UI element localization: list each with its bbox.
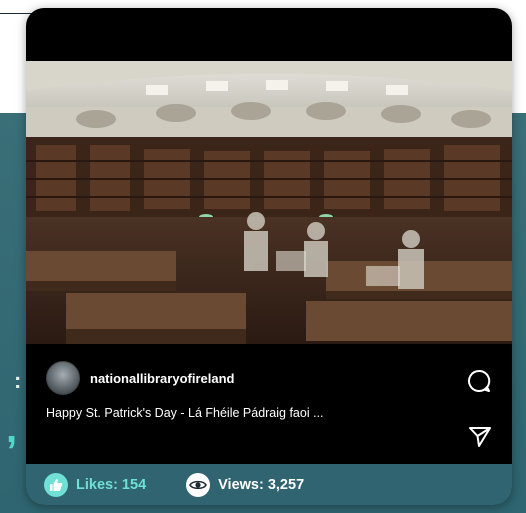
instagram-post-card[interactable]: nationallibraryofireland Happy St. Patri… <box>26 8 512 505</box>
username[interactable]: nationallibraryofireland <box>90 371 234 386</box>
likes-stat: Likes: 154 <box>44 472 147 497</box>
views-stat: Views: 3,257 <box>186 472 305 497</box>
avatar[interactable] <box>46 361 80 395</box>
post-author[interactable]: nationallibraryofireland <box>46 360 234 396</box>
post-caption: Happy St. Patrick's Day - Lá Fhéile Pádr… <box>46 406 324 420</box>
comment-icon[interactable] <box>466 368 492 394</box>
post-photo[interactable] <box>26 61 512 344</box>
background-text-colon: : <box>14 368 22 393</box>
share-icon[interactable] <box>467 424 493 450</box>
thumbs-up-icon <box>44 472 68 497</box>
views-count: Views: 3,257 <box>218 476 305 493</box>
post-stats-bar: Likes: 154 Views: 3,257 <box>26 464 512 505</box>
background-text-comma: , <box>6 407 18 451</box>
likes-count: Likes: 154 <box>76 476 147 493</box>
reading-room-photo <box>26 61 512 344</box>
eye-icon <box>186 472 211 497</box>
